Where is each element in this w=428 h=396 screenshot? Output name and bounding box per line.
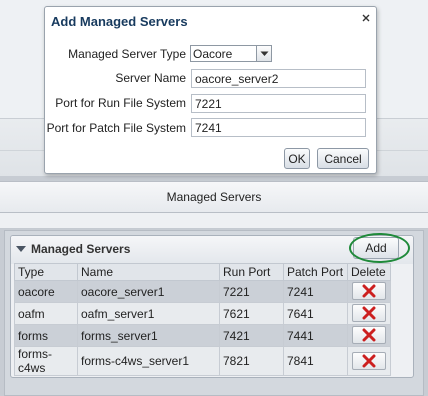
cell-patch-port: 7641: [283, 302, 348, 325]
server-type-label: Managed Server Type: [68, 47, 186, 61]
patch-port-label: Port for Patch File System: [46, 121, 186, 135]
ok-button[interactable]: OK: [284, 148, 310, 169]
table-header-row: Type Name Run Port Patch Port Delete: [14, 263, 391, 281]
dialog-title: Add Managed Servers: [51, 14, 188, 29]
cell-type: forms: [14, 324, 78, 347]
table-row[interactable]: oacore oacore_server1 7221 7241: [14, 280, 391, 303]
cancel-button[interactable]: Cancel: [317, 148, 369, 169]
panel-title: Managed Servers: [31, 242, 131, 256]
dropdown-button[interactable]: [256, 46, 271, 61]
cell-patch-port: 7441: [283, 324, 348, 347]
column-header-type: Type: [14, 263, 78, 281]
chevron-down-icon: [260, 51, 268, 56]
column-header-patch-port: Patch Port: [283, 263, 348, 281]
cell-name: oafm_server1: [77, 302, 220, 325]
run-port-input[interactable]: [191, 94, 366, 113]
server-type-select[interactable]: Oacore: [190, 45, 272, 62]
server-name-label: Server Name: [115, 71, 186, 85]
delete-button[interactable]: [352, 351, 386, 370]
cell-run-port: 7821: [219, 346, 284, 376]
table-row[interactable]: forms-c4ws forms-c4ws_server1 7821 7841: [14, 346, 391, 376]
managed-servers-table: Type Name Run Port Patch Port Delete oac…: [14, 263, 391, 376]
red-x-icon: [362, 328, 376, 342]
column-header-delete: Delete: [347, 263, 391, 281]
cell-patch-port: 7241: [283, 280, 348, 303]
server-name-input[interactable]: [191, 69, 366, 88]
server-type-value: Oacore: [193, 46, 233, 61]
cell-delete: [347, 302, 391, 325]
cell-delete: [347, 324, 391, 347]
red-x-icon: [362, 354, 376, 367]
add-managed-servers-dialog: Add Managed Servers Managed Server Type …: [44, 6, 377, 174]
cell-run-port: 7221: [219, 280, 284, 303]
cell-name: forms-c4ws_server1: [77, 346, 220, 376]
add-button[interactable]: Add: [353, 237, 399, 259]
run-port-label: Port for Run File System: [55, 96, 186, 110]
patch-port-input[interactable]: [191, 118, 366, 137]
red-x-icon: [362, 306, 376, 320]
delete-button[interactable]: [352, 304, 386, 322]
cell-run-port: 7421: [219, 324, 284, 347]
section-header-label: Managed Servers: [166, 190, 262, 204]
table-row[interactable]: forms forms_server1 7421 7441: [14, 324, 391, 347]
cell-type: forms-c4ws: [14, 346, 78, 376]
cell-delete: [347, 346, 391, 376]
column-header-run-port: Run Port: [219, 263, 284, 281]
cell-delete: [347, 280, 391, 303]
red-x-icon: [362, 284, 376, 298]
cell-type: oacore: [14, 280, 78, 303]
section-spacer: [0, 213, 428, 229]
column-header-name: Name: [77, 263, 220, 281]
delete-button[interactable]: [352, 282, 386, 300]
cell-type: oafm: [14, 302, 78, 325]
section-header: Managed Servers: [0, 181, 428, 213]
cell-run-port: 7621: [219, 302, 284, 325]
cell-name: forms_server1: [77, 324, 220, 347]
table-row[interactable]: oafm oafm_server1 7621 7641: [14, 302, 391, 325]
cell-patch-port: 7841: [283, 346, 348, 376]
close-icon: [362, 14, 370, 22]
close-button[interactable]: [359, 11, 373, 25]
delete-button[interactable]: [352, 326, 386, 344]
cell-name: oacore_server1: [77, 280, 220, 303]
triangle-down-icon[interactable]: [16, 246, 26, 252]
